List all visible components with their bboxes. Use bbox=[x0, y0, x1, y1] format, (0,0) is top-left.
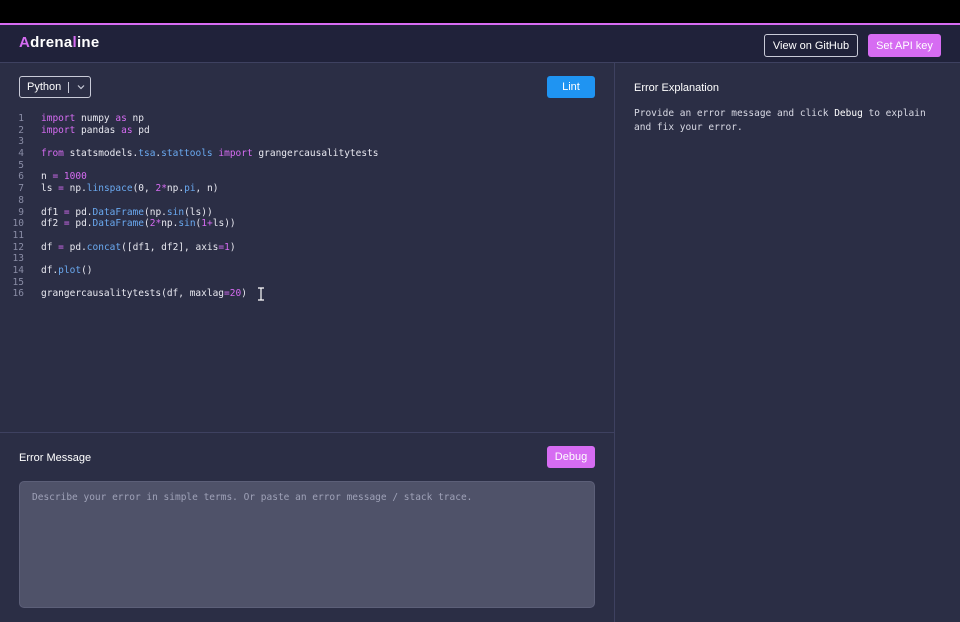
line-number: 8 bbox=[18, 194, 24, 206]
line-number: 13 bbox=[12, 253, 24, 265]
code-line: 5 bbox=[0, 160, 614, 172]
select-separator bbox=[68, 81, 70, 93]
line-number: 14 bbox=[12, 264, 24, 276]
section-divider bbox=[0, 432, 614, 433]
code-line: 13 bbox=[0, 253, 614, 265]
code-line: 2 import pandas as pd bbox=[0, 125, 614, 137]
code-line: 8 bbox=[0, 195, 614, 207]
code-line: 12 df = pd.concat([df1, df2], axis=1) bbox=[0, 242, 614, 254]
line-number: 9 bbox=[18, 206, 24, 218]
view-on-github-button[interactable]: View on GitHub bbox=[764, 34, 858, 57]
error-message-title: Error Message bbox=[19, 452, 92, 464]
language-select[interactable]: Python bbox=[19, 76, 91, 98]
code-line: 3 bbox=[0, 136, 614, 148]
code-line: 11 bbox=[0, 230, 614, 242]
language-value: Python bbox=[27, 81, 62, 93]
app-header: Adrenaline View on GitHub Set API key bbox=[0, 25, 960, 63]
error-message-input[interactable] bbox=[19, 481, 595, 608]
code-line: 16 grangercausalitytests(df, maxlag=20) bbox=[0, 288, 614, 300]
line-number: 5 bbox=[18, 159, 24, 171]
line-number: 7 bbox=[18, 183, 24, 195]
code-line: 7 ls = np.linspace(0, 2*np.pi, n) bbox=[0, 183, 614, 195]
line-number: 2 bbox=[18, 124, 24, 136]
explanation-pane: Error Explanation Provide an error messa… bbox=[615, 63, 960, 622]
code-editor[interactable]: 1 import numpy as np 2 import pandas as pd… bbox=[0, 113, 614, 300]
set-api-key-button[interactable]: Set API key bbox=[868, 34, 941, 57]
code-line: 15 bbox=[0, 277, 614, 289]
text-cursor-icon bbox=[258, 287, 264, 301]
line-number: 16 bbox=[12, 288, 24, 300]
explanation-text: Provide an error message and click Debug… bbox=[634, 108, 926, 133]
line-number: 6 bbox=[18, 171, 24, 183]
top-bar bbox=[0, 0, 960, 23]
line-number: 15 bbox=[12, 276, 24, 288]
code-line: 6n = 1000 bbox=[0, 171, 614, 183]
app-logo[interactable]: Adrenaline bbox=[19, 34, 100, 51]
chevron-down-icon bbox=[77, 85, 85, 90]
code-line: 4 from statsmodels.tsa.stattools import g… bbox=[0, 148, 614, 160]
code-line: 14 df.plot() bbox=[0, 265, 614, 277]
error-explanation-title: Error Explanation bbox=[634, 82, 719, 94]
line-number: 4 bbox=[18, 148, 24, 160]
line-number: 3 bbox=[18, 136, 24, 148]
line-number: 10 bbox=[12, 218, 24, 230]
code-line: 9 df1 = pd.DataFrame(np.sin(ls)) bbox=[0, 207, 614, 219]
debug-button[interactable]: Debug bbox=[547, 446, 595, 468]
line-number: 11 bbox=[12, 229, 24, 241]
editor-pane: Python Lint 1 import numpy as np 2 import … bbox=[0, 63, 614, 622]
line-number: 1 bbox=[18, 113, 24, 124]
lint-button[interactable]: Lint bbox=[547, 76, 595, 98]
code-line: 10 df2 = pd.DataFrame(2*np.sin(1+ls)) bbox=[0, 218, 614, 230]
line-number: 12 bbox=[12, 241, 24, 253]
code-line: 1 import numpy as np bbox=[0, 113, 614, 125]
